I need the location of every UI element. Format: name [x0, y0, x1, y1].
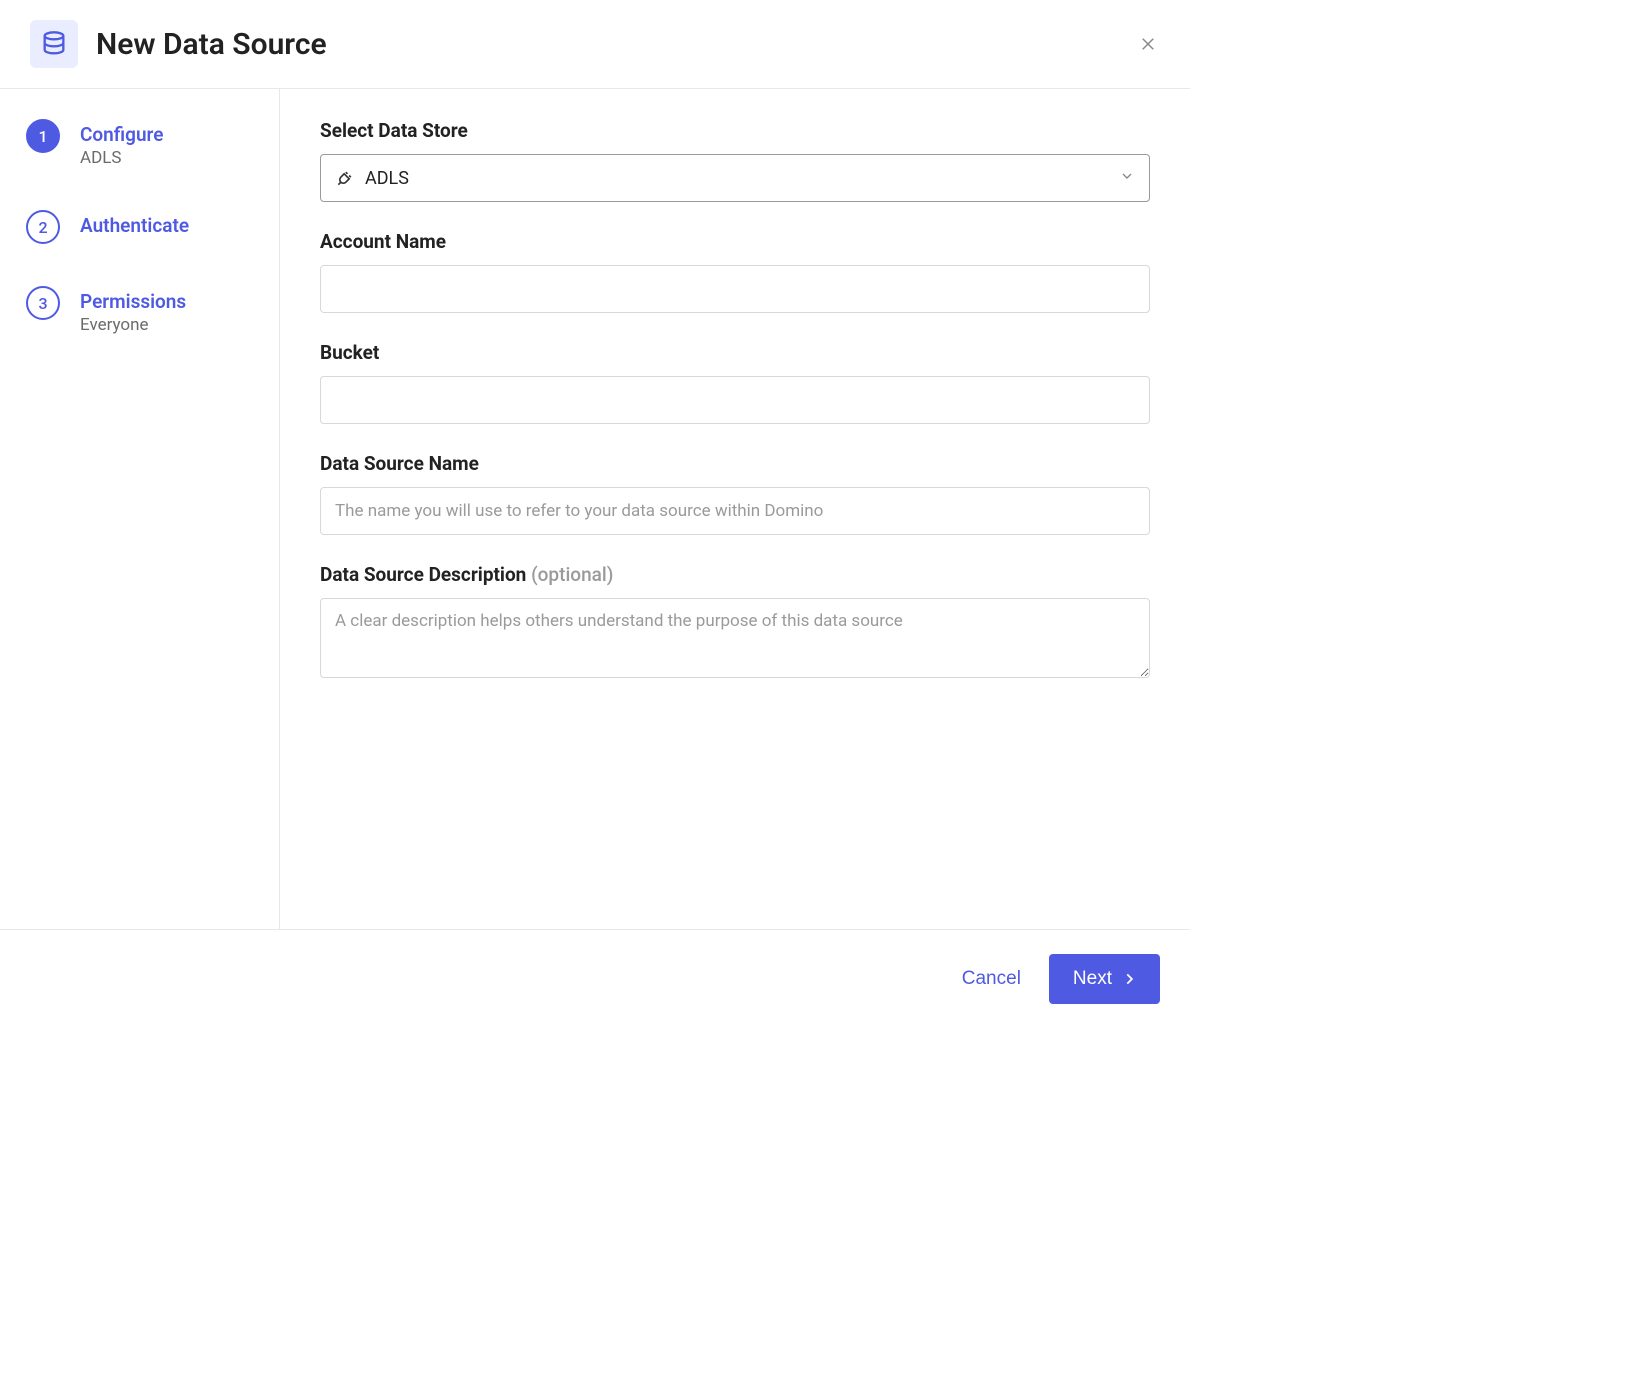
main-form: Select Data Store ADLS [280, 89, 1190, 929]
cancel-button[interactable]: Cancel [962, 968, 1021, 990]
database-icon [30, 20, 78, 68]
label-data-store: Select Data Store [320, 119, 1150, 142]
textarea-data-source-description[interactable] [320, 598, 1150, 678]
step-title: Permissions [80, 290, 186, 313]
step-authenticate[interactable]: 2 Authenticate [26, 210, 253, 244]
next-button[interactable]: Next [1049, 954, 1160, 1004]
chevron-right-icon [1122, 972, 1136, 986]
field-data-source-name: Data Source Name [320, 452, 1150, 535]
step-subtitle: Everyone [80, 315, 186, 335]
label-bucket: Bucket [320, 341, 1150, 364]
field-bucket: Bucket [320, 341, 1150, 424]
input-data-source-name[interactable] [320, 487, 1150, 535]
dialog-body: 1 Configure ADLS 2 Authenticate 3 Permis… [0, 89, 1190, 929]
dialog-footer: Cancel Next [0, 929, 1190, 1028]
page-title: New Data Source [96, 27, 327, 62]
step-number: 2 [26, 210, 60, 244]
step-title: Configure [80, 123, 163, 146]
step-subtitle: ADLS [80, 148, 163, 168]
optional-text: (optional) [531, 563, 613, 586]
step-permissions[interactable]: 3 Permissions Everyone [26, 286, 253, 335]
step-number: 1 [26, 119, 60, 153]
field-data-store: Select Data Store ADLS [320, 119, 1150, 202]
label-data-source-description: Data Source Description (optional) [320, 563, 1150, 586]
close-icon [1139, 35, 1157, 53]
select-data-store[interactable]: ADLS [320, 154, 1150, 202]
close-button[interactable] [1136, 32, 1160, 56]
field-data-source-description: Data Source Description (optional) [320, 563, 1150, 682]
field-account-name: Account Name [320, 230, 1150, 313]
dialog-header: New Data Source [0, 0, 1190, 89]
input-account-name[interactable] [320, 265, 1150, 313]
input-bucket[interactable] [320, 376, 1150, 424]
step-number: 3 [26, 286, 60, 320]
select-value: ADLS [365, 168, 1119, 189]
step-configure[interactable]: 1 Configure ADLS [26, 119, 253, 168]
sidebar: 1 Configure ADLS 2 Authenticate 3 Permis… [0, 89, 280, 929]
plug-icon [335, 168, 355, 188]
step-title: Authenticate [80, 214, 189, 237]
label-data-source-name: Data Source Name [320, 452, 1150, 475]
label-account-name: Account Name [320, 230, 1150, 253]
chevron-down-icon [1119, 168, 1135, 188]
